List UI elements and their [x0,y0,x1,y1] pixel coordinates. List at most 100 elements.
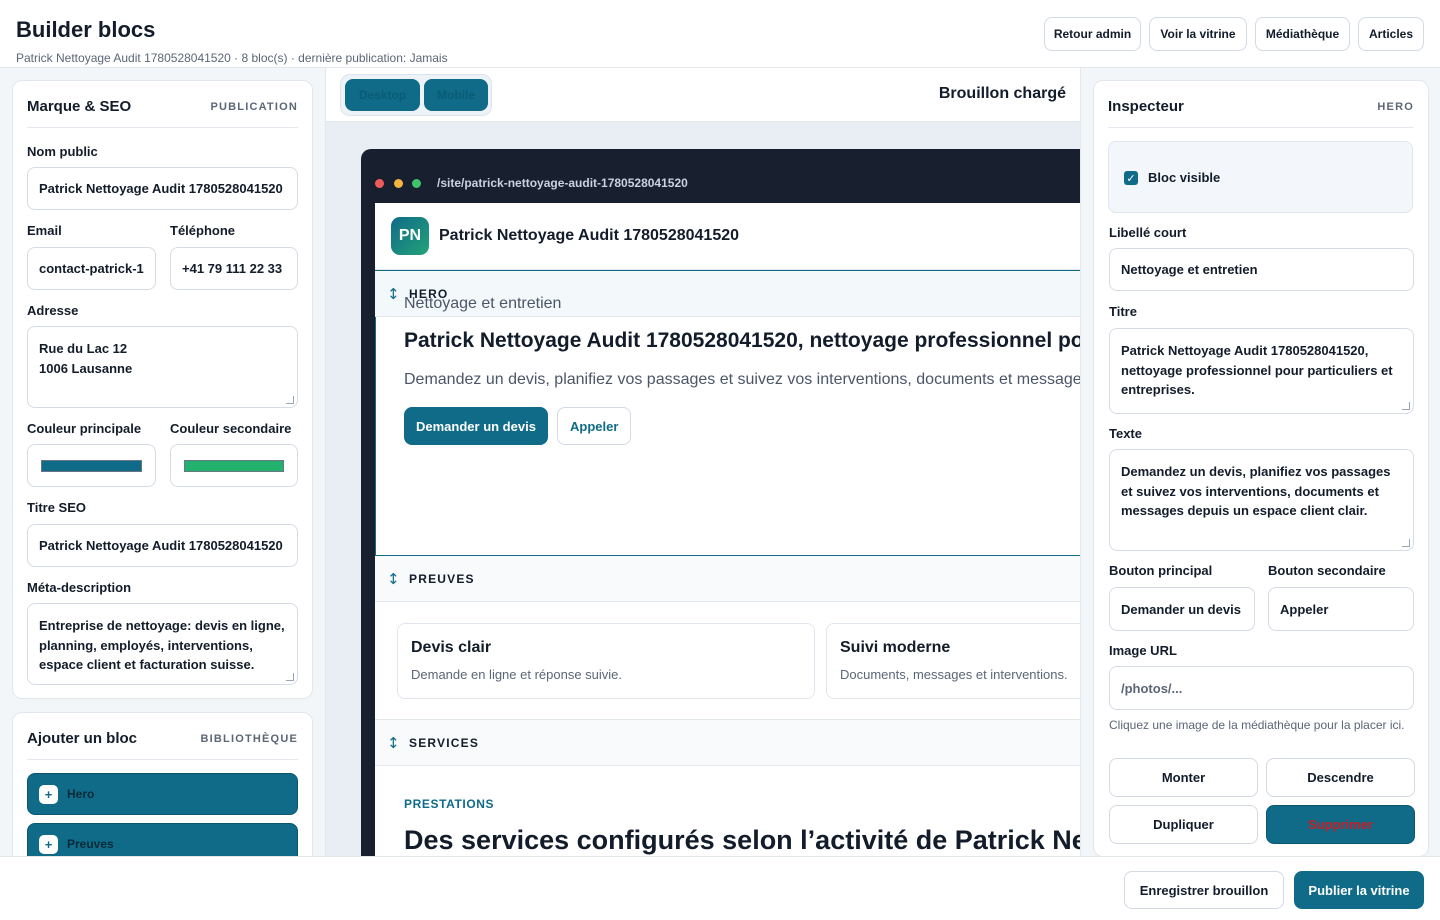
divider [27,759,298,760]
tab-desktop[interactable]: Desktop [345,79,420,111]
move-up-button[interactable]: Monter [1109,758,1258,797]
tab-mobile[interactable]: Mobile [424,79,488,111]
site-header: PN Patrick Nettoyage Audit 1780528041520 [375,203,1080,270]
library-item-proofs[interactable]: + Preuves [27,823,298,856]
drag-handle-icon[interactable] [387,733,400,753]
drag-handle-icon[interactable] [387,569,400,589]
proof-title: Suivi moderne [840,639,951,656]
left-panel: Marque & SEO PUBLICATION Nom public Patr… [0,68,326,856]
inspector-card: Inspecteur HERO ✓ Bloc visible Libellé c… [1093,80,1429,856]
proof-text: Demande en ligne et réponse suivie. [411,667,623,682]
address-textarea[interactable]: Rue du Lac 12 1006 Lausanne [27,326,298,408]
proof-text: Documents, messages et interventions. [840,667,1068,682]
window-maximize-dot [412,179,421,188]
top-bar: Builder blocs Patrick Nettoyage Audit 17… [0,0,1440,68]
visibility-box: ✓ Bloc visible [1108,141,1413,213]
secondary-color-label: Couleur secondaire [170,421,292,436]
block-bar-proofs[interactable]: PREUVES [375,556,1080,602]
inspector-title: Inspecteur [1108,98,1184,115]
divider [1108,127,1414,128]
phone-input[interactable]: +41 79 111 22 33 [170,247,298,290]
text-textarea[interactable]: Demandez un devis, planifiez vos passage… [1109,449,1414,551]
image-url-hint: Cliquez une image de la médiathèque pour… [1109,718,1405,732]
preview-url: /site/patrick-nettoyage-audit-1780528041… [437,176,688,190]
view-storefront-button[interactable]: Voir la vitrine [1149,17,1247,51]
move-down-button[interactable]: Descendre [1266,758,1415,797]
preview-area: Desktop Mobile Brouillon chargé /site/pa… [326,68,1080,856]
delete-button[interactable]: Supprimer [1266,805,1415,844]
text-label: Texte [1109,426,1142,441]
articles-button[interactable]: Articles [1358,17,1424,51]
top-nav: Retour admin Voir la vitrine Médiathèque… [1044,17,1424,51]
hero-title: Patrick Nettoyage Audit 1780528041520, n… [404,329,1080,352]
public-name-label: Nom public [27,144,98,159]
window-minimize-dot [394,179,403,188]
proof-card: Suivi moderne Documents, messages et int… [826,623,1080,699]
hero-eyebrow: Nettoyage et entretien [404,295,562,312]
window-close-dot [375,179,384,188]
phone-label: Téléphone [170,223,236,238]
short-label-label: Libellé court [1109,225,1187,240]
primary-color-label: Couleur principale [27,421,142,436]
footer-bar: Enregistrer brouillon Publier la vitrine [0,856,1440,920]
page-subtitle: Patrick Nettoyage Audit 1780528041520 · … [16,51,448,65]
primary-button-input[interactable]: Demander un devis [1109,587,1255,631]
site-preview: PN Patrick Nettoyage Audit 1780528041520… [375,203,1080,856]
draft-status: Brouillon chargé [938,85,1066,102]
publish-storefront-button[interactable]: Publier la vitrine [1294,871,1424,909]
back-admin-button[interactable]: Retour admin [1044,17,1141,51]
title-textarea[interactable]: Patrick Nettoyage Audit 1780528041520, n… [1109,328,1414,414]
proof-card: Devis clair Demande en ligne et réponse … [397,623,815,699]
inspector-kicker: HERO [1377,100,1414,113]
site-name: Patrick Nettoyage Audit 1780528041520 [439,227,740,244]
hero-secondary-button[interactable]: Appeler [557,407,632,445]
primary-color-picker[interactable] [27,444,156,487]
plus-icon: + [39,834,58,854]
services-title: Des services configurés selon l’activité… [404,825,1080,855]
library-item-label: Preuves [67,837,114,851]
library-item-hero[interactable]: + Hero [27,773,298,815]
short-label-input[interactable]: Nettoyage et entretien [1109,248,1414,291]
device-toggle: Desktop Mobile [340,74,492,116]
title-label: Titre [1109,304,1137,319]
brand-card-title: Marque & SEO [27,98,132,115]
hero-text: Demandez un devis, planifiez vos passage… [404,371,1080,388]
seo-title-label: Titre SEO [27,500,87,515]
block-library-card: Ajouter un bloc BIBLIOTHÈQUE + Hero + Pr… [12,712,313,856]
library-card-title: Ajouter un bloc [27,730,137,747]
seo-title-input[interactable]: Patrick Nettoyage Audit 1780528041520 [27,524,298,567]
services-kicker: PRESTATIONS [404,797,495,811]
brand-seo-card: Marque & SEO PUBLICATION Nom public Patr… [12,80,313,699]
duplicate-button[interactable]: Dupliquer [1109,805,1258,844]
image-url-label: Image URL [1109,643,1177,658]
save-draft-button[interactable]: Enregistrer brouillon [1124,871,1284,909]
media-library-button[interactable]: Médiathèque [1255,17,1350,51]
email-input[interactable]: contact-patrick-1 [27,247,156,290]
block-visible-checkbox[interactable]: ✓ [1124,171,1138,185]
block-name: SERVICES [409,735,480,750]
block-bar-services[interactable]: SERVICES [375,720,1080,766]
primary-button-label: Bouton principal [1109,563,1213,578]
library-card-kicker: BIBLIOTHÈQUE [200,732,298,745]
primary-color-swatch [41,460,142,472]
secondary-color-picker[interactable] [170,444,298,487]
preview-toolbar: Desktop Mobile Brouillon chargé [326,68,1080,122]
email-label: Email [27,223,62,238]
page-title: Builder blocs [16,17,156,42]
brand-card-kicker: PUBLICATION [210,100,298,113]
divider [27,127,298,128]
hero-primary-button[interactable]: Demander un devis [404,407,548,445]
drag-handle-icon[interactable] [387,284,400,304]
library-item-label: Hero [67,787,95,801]
secondary-color-swatch [184,460,284,472]
address-label: Adresse [27,303,79,318]
secondary-button-input[interactable]: Appeler [1268,587,1414,631]
public-name-input[interactable]: Patrick Nettoyage Audit 1780528041520 [27,167,298,210]
block-name: PREUVES [409,571,475,586]
browser-frame: /site/patrick-nettoyage-audit-1780528041… [361,149,1080,856]
image-url-input[interactable]: /photos/... [1109,666,1414,710]
meta-description-textarea[interactable]: Entreprise de nettoyage: devis en ligne,… [27,603,298,685]
secondary-button-label: Bouton secondaire [1268,563,1386,578]
proof-title: Devis clair [411,639,492,656]
right-panel: Inspecteur HERO ✓ Bloc visible Libellé c… [1080,68,1440,856]
